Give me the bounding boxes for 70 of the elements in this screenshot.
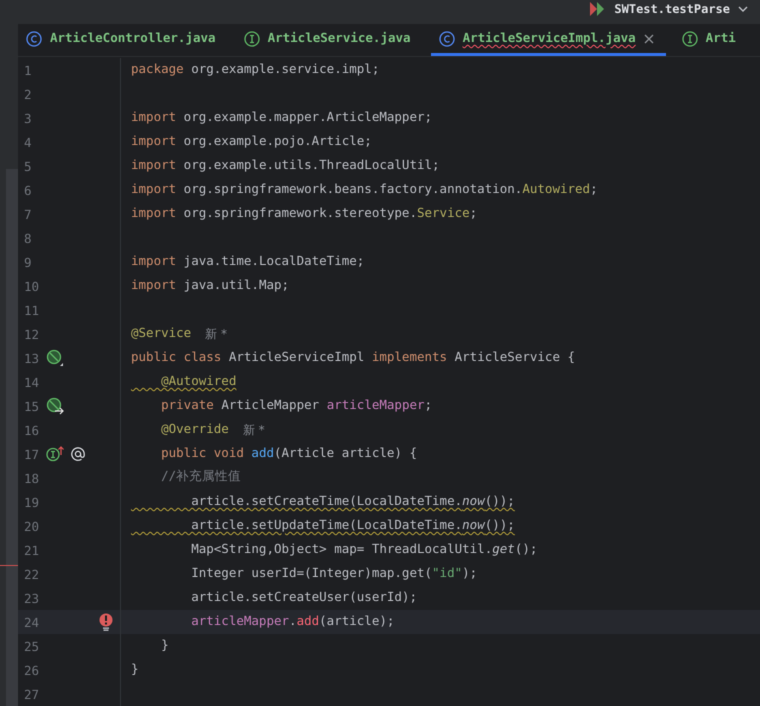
code-line: } [131, 660, 139, 678]
line-number: 15 [24, 398, 40, 414]
code-line: articleMapper.add(article); [190, 612, 394, 630]
code-line: Map<String,Object> map= ThreadLocalUtil.get(); [190, 540, 538, 558]
code-line: public void add(Article article) { [160, 444, 417, 462]
author-hint[interactable]: 新 * [242, 422, 265, 438]
line-number: 19 [24, 494, 40, 510]
line-number: 9 [24, 254, 33, 270]
scrollbar[interactable] [6, 169, 18, 706]
line-number: 22 [24, 566, 40, 582]
line-number: 8 [24, 230, 33, 246]
code-line: import org.example.utils.ThreadLocalUtil; [131, 156, 440, 174]
line-number: 26 [24, 662, 40, 678]
run-config-label[interactable]: SWTest.testParse [614, 2, 730, 16]
code-line: import org.example.mapper.ArticleMapper; [131, 108, 432, 126]
bean-icon[interactable] [46, 349, 64, 367]
chevron-down-icon[interactable] [738, 5, 748, 14]
line-number: 24 [24, 614, 40, 630]
code-line: Integer userId=(Integer)map.get("id"); [190, 564, 478, 582]
editor-tab[interactable]: ArticleServiceImpl.java [430, 24, 666, 56]
interface-icon [682, 30, 698, 47]
code-line: @Override [160, 420, 229, 438]
close-icon[interactable] [644, 34, 654, 44]
code-line: import org.springframework.beans.factory.annotation.Autowired; [131, 180, 598, 198]
interface-icon [244, 30, 260, 47]
code-line: import java.util.Map; [131, 276, 290, 294]
editor-tab[interactable]: ArticleController.java [18, 24, 228, 56]
code-line: article.setCreateTime(LocalDateTime.now()); [190, 492, 515, 510]
at-sign-icon[interactable] [70, 446, 86, 462]
line-number: 4 [24, 134, 33, 150]
line-number: 13 [24, 350, 40, 366]
code-line: import org.example.pojo.Article; [131, 132, 372, 150]
code-line: article.setUpdateTime(LocalDateTime.now()); [190, 516, 515, 534]
code-line: import org.springframework.stereotype.Service; [131, 204, 478, 222]
line-number: 7 [24, 206, 33, 222]
line-number: 27 [24, 686, 40, 702]
line-number: 18 [24, 470, 40, 486]
code-line: public class ArticleServiceImpl implements ArticleService { [131, 348, 576, 366]
line-number: 5 [24, 158, 33, 174]
class-icon [438, 30, 455, 47]
code-line: import java.time.LocalDateTime; [131, 252, 364, 270]
line-number: 17 [24, 446, 40, 462]
code-line: private ArticleMapper articleMapper; [160, 396, 432, 414]
line-number: 16 [24, 422, 40, 438]
line-number: 14 [24, 374, 40, 390]
editor-tab[interactable]: Arti [674, 24, 748, 56]
line-number: 25 [24, 638, 40, 654]
line-number: 1 [24, 62, 33, 78]
implements-icon[interactable] [46, 446, 64, 462]
line-number: 12 [24, 326, 40, 342]
author-hint[interactable]: 新 * [205, 326, 228, 342]
run-config-icon [588, 2, 606, 16]
code-line: package org.example.service.impl; [131, 60, 380, 78]
line-number: 2 [24, 86, 33, 102]
error-bulb-icon[interactable] [99, 613, 113, 631]
line-number: 21 [24, 542, 40, 558]
line-number: 11 [24, 302, 40, 318]
class-icon [26, 30, 42, 47]
code-line: } [160, 636, 169, 654]
code-line: @Autowired [160, 372, 236, 390]
line-number: 3 [24, 110, 33, 126]
bean-navigate-icon[interactable] [46, 397, 64, 415]
editor-tab[interactable]: ArticleService.java [236, 24, 423, 56]
code-line: //补充属性值 [160, 467, 242, 485]
line-number: 20 [24, 518, 40, 534]
code-line: @Service [131, 324, 192, 342]
line-number: 10 [24, 278, 40, 294]
line-number: 6 [24, 182, 33, 198]
code-line: article.setCreateUser(userId); [190, 588, 417, 606]
line-number: 23 [24, 590, 40, 606]
